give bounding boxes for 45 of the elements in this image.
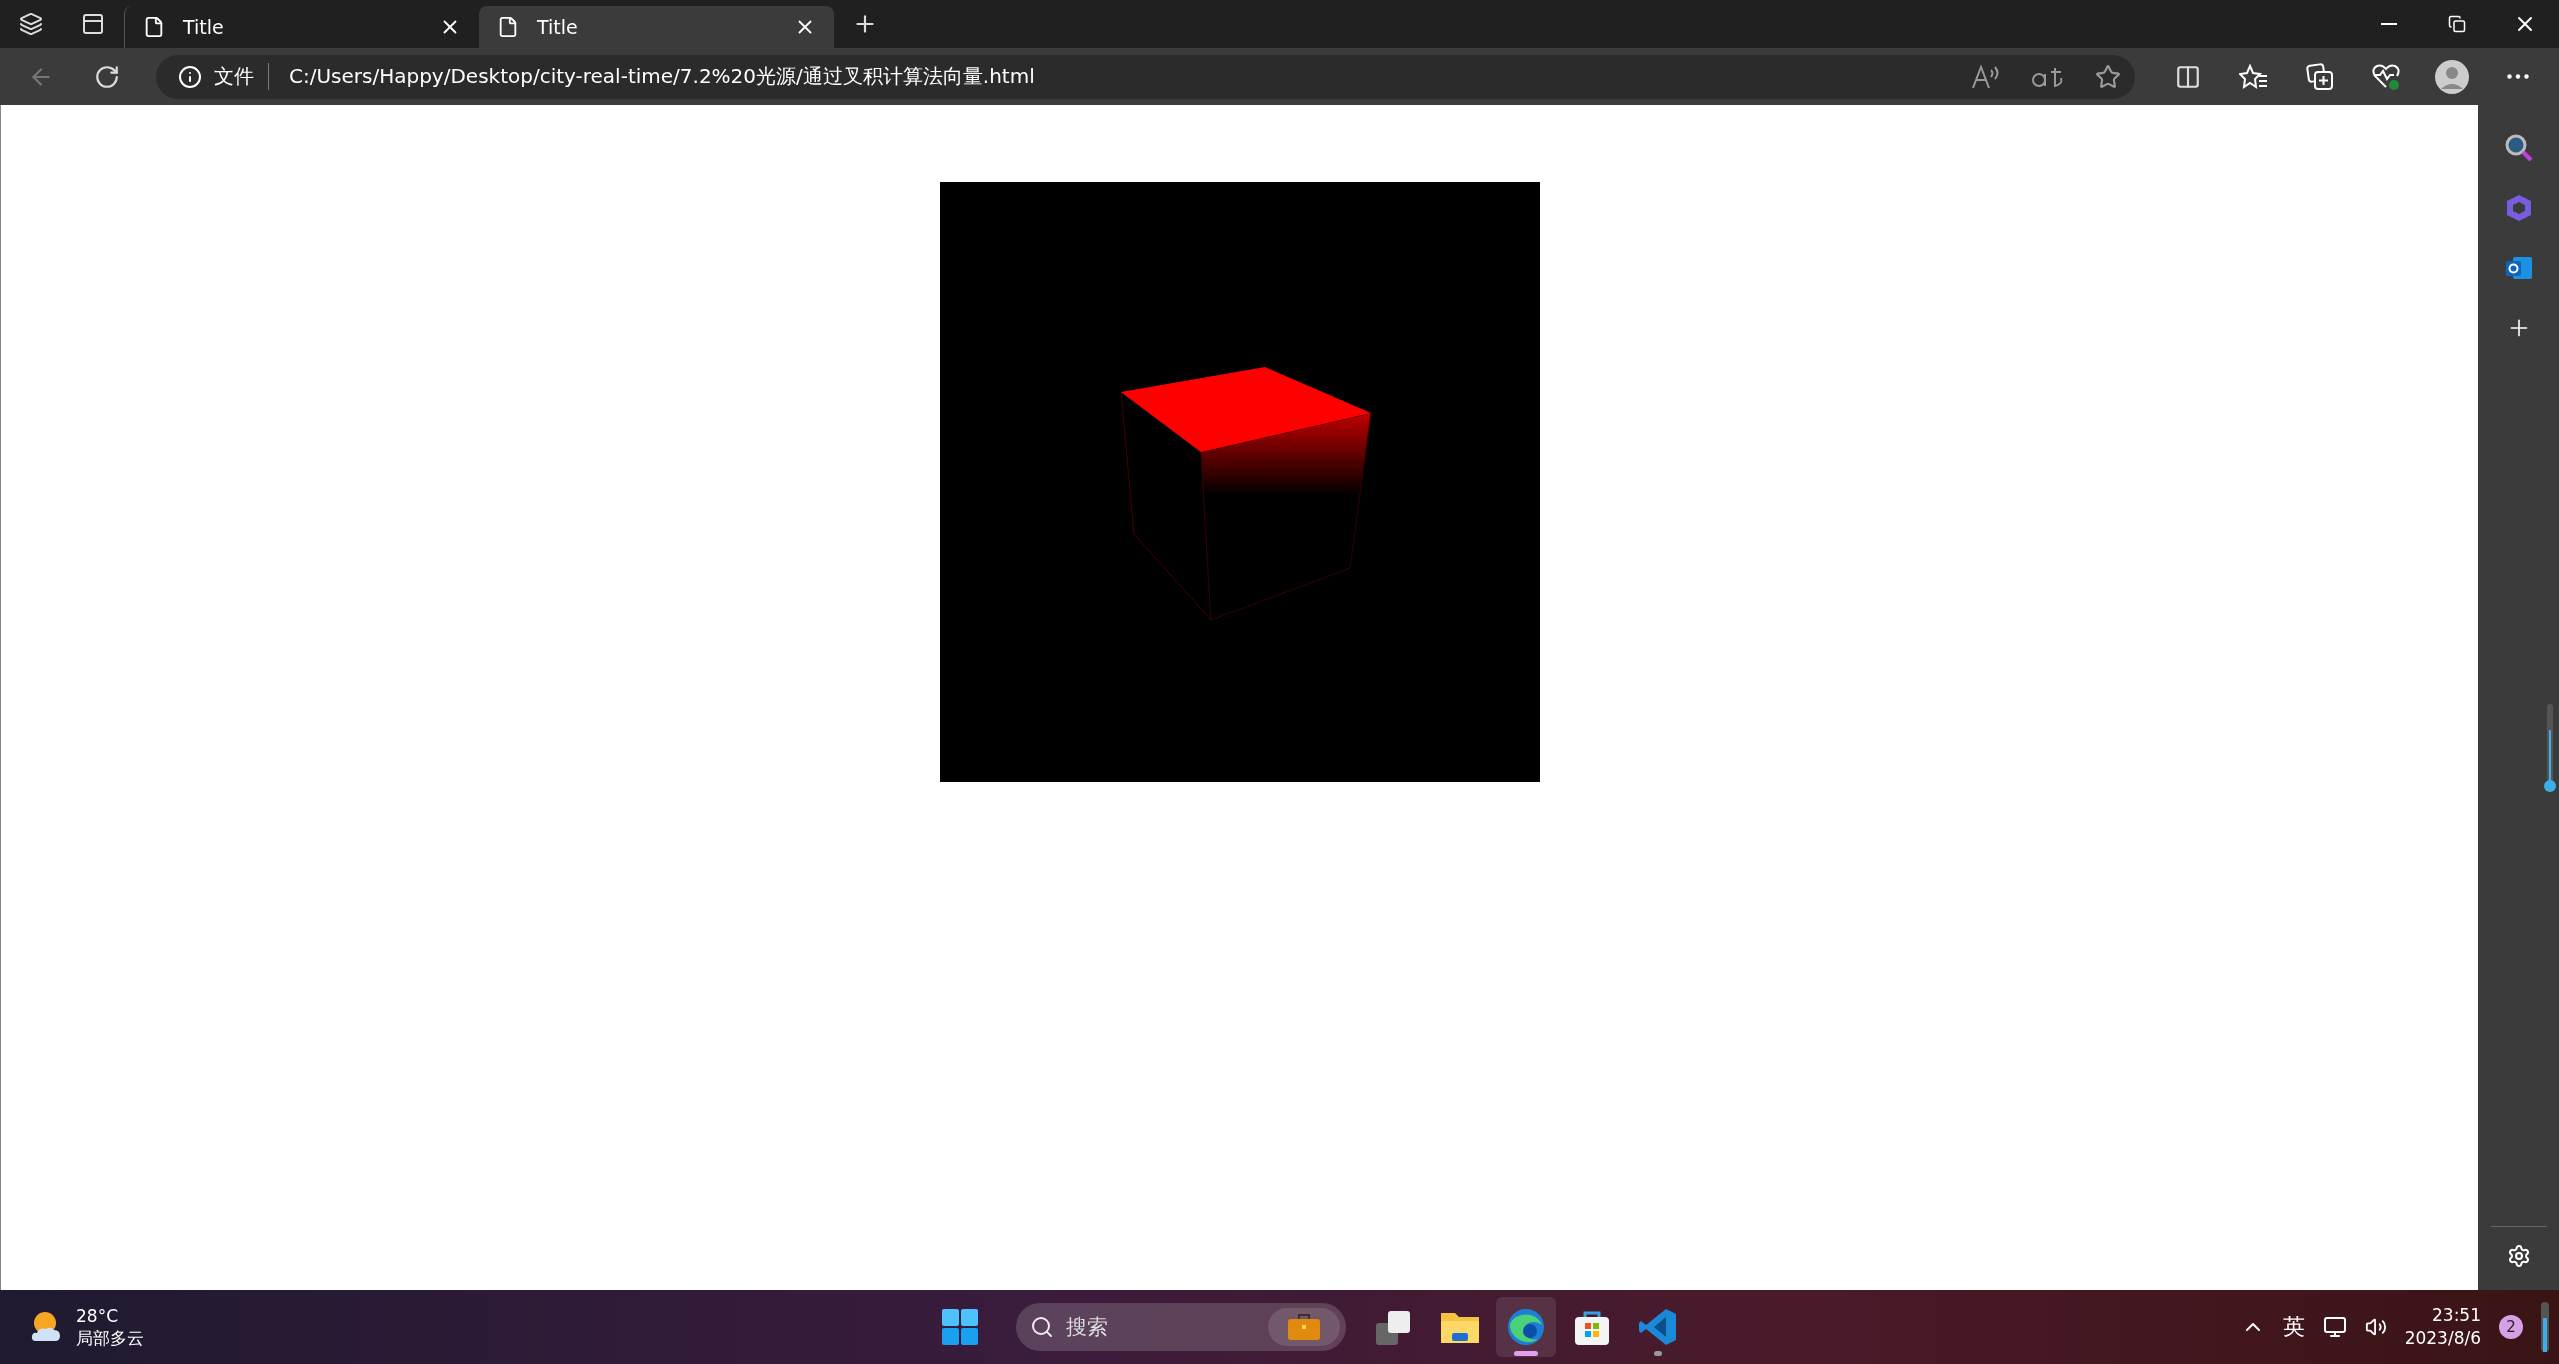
windows-logo-icon [942,1309,978,1345]
page-icon [497,16,519,38]
page-icon [143,16,165,38]
temperature-text: 28°C [76,1305,119,1327]
read-aloud-icon[interactable] [1971,63,2001,90]
collections-icon [2306,62,2334,91]
date-text: 2023/8/6 [2404,1327,2481,1350]
taskbar-search-field[interactable]: 搜索 [1016,1303,1346,1351]
time-text: 23:51 [2432,1304,2481,1327]
speaker-icon[interactable] [2364,1316,2387,1338]
site-info-label: 文件 [214,63,269,90]
star-list-icon [2239,63,2269,90]
refresh-icon [94,63,120,90]
clock[interactable]: 23:51 2023/8/6 [2404,1304,2481,1350]
scroll-bar-drawing [2541,1302,2549,1352]
search-icon [1030,1315,1054,1339]
tab-title: Title [537,16,579,38]
tab-title: Title [183,16,225,38]
panel-icon [81,12,105,36]
notification-badge[interactable]: 2 [2499,1315,2523,1339]
hexagon-logo-icon [2504,194,2533,222]
running-indicator [1654,1351,1662,1356]
restore-icon [2448,15,2466,33]
search-icon [2503,133,2534,163]
code-editor-icon [1638,1307,1678,1347]
split-screen-icon [2175,63,2201,90]
briefcase-icon [1268,1308,1340,1346]
avatar-icon [2435,59,2469,94]
input-method-indicator[interactable]: 英 [2282,1312,2305,1342]
url-text: C:/Users/Happy/Desktop/city-real-time/7.2%20光源/通过叉积计算法向量.html [288,63,1036,90]
settings-icon [2506,1243,2531,1268]
edge-browser-icon [1506,1307,1546,1347]
favorite-star-icon[interactable] [2095,63,2121,90]
search-placeholder: 搜索 [1066,1314,1109,1341]
heart-pulse-icon [2371,62,2401,91]
network-monitor-icon[interactable] [2322,1315,2347,1339]
info-icon [178,64,202,89]
minimize-icon [2381,23,2397,25]
taskbar-app-button[interactable] [1496,1297,1556,1357]
more-icon [2507,74,2529,79]
mail-app-icon [2504,254,2533,282]
running-indicator [1514,1351,1538,1356]
address-bar[interactable]: 文件 C:/Users/Happy/Desktop/city-real-time/7.2%20光源/通过叉积计算法向量.html [156,54,2135,99]
weather-condition-text: 局部多云 [76,1327,144,1349]
browser-tab[interactable]: Title [479,6,834,48]
